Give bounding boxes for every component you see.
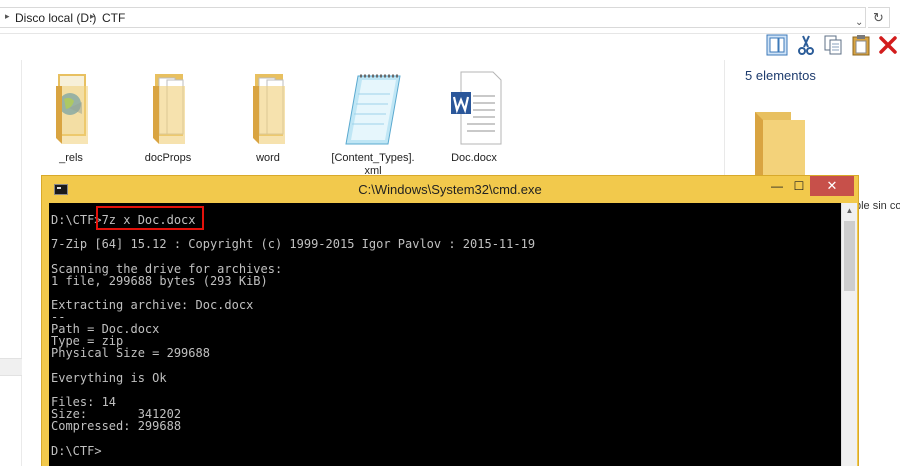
- details-info-text: ble sin co: [855, 200, 900, 212]
- file-list: _rels docProps word [Content_Types]. xml…: [22, 60, 722, 180]
- breadcrumb-separator-icon[interactable]: ▸: [90, 11, 95, 22]
- file-name: Doc.docx: [451, 152, 497, 164]
- paste-icon[interactable]: [850, 34, 872, 56]
- console-line: 1 file, 299688 bytes (293 KiB): [51, 274, 268, 288]
- file-item-content-types[interactable]: [Content_Types]. xml: [328, 66, 418, 178]
- console-output[interactable]: D:\CTF>7z x Doc.docx 7-Zip [64] 15.12 : …: [49, 203, 841, 466]
- folder-web-icon: [56, 74, 88, 144]
- explorer-toolbar: [0, 34, 900, 60]
- file-item-doc-docx[interactable]: Doc.docx: [429, 66, 519, 165]
- navigation-item[interactable]: [0, 358, 22, 376]
- cmd-titlebar[interactable]: C:\Windows\System32\cmd.exe — ☐ ✕: [42, 176, 858, 202]
- maximize-button[interactable]: ☐: [786, 176, 812, 196]
- cmd-window: C:\Windows\System32\cmd.exe — ☐ ✕ D:\CTF…: [41, 175, 859, 466]
- refresh-button[interactable]: ↻: [868, 7, 890, 28]
- console-line: Everything is Ok: [51, 371, 167, 385]
- folder-docs-icon: [253, 74, 285, 144]
- console-line: 7-Zip [64] 15.12 : Copyright (c) 1999-20…: [51, 237, 536, 251]
- navigation-pane: [0, 60, 22, 466]
- file-item-rels[interactable]: _rels: [26, 66, 116, 165]
- file-name: _rels: [59, 152, 83, 164]
- breadcrumb-item-ctf[interactable]: CTF: [102, 11, 125, 25]
- file-item-docprops[interactable]: docProps: [123, 66, 213, 165]
- folder-preview-icon: [755, 112, 805, 184]
- delete-icon[interactable]: [877, 34, 899, 56]
- file-name: word: [256, 152, 280, 164]
- breadcrumb-separator-icon[interactable]: ▸: [5, 11, 10, 22]
- preview-pane-icon[interactable]: [766, 34, 788, 56]
- address-bar: ▸ Disco local (D:) ▸ CTF ⌄ ↻: [0, 0, 900, 34]
- console-line: D:\CTF>: [51, 444, 102, 458]
- command-highlight-box: [96, 206, 204, 230]
- file-name: docProps: [144, 152, 192, 164]
- console-line: Physical Size = 299688: [51, 346, 210, 360]
- folder-docs-icon: [153, 74, 185, 144]
- notepad-xml-icon: [345, 74, 401, 145]
- scroll-thumb[interactable]: [844, 221, 855, 291]
- item-count: 5 elementos: [745, 68, 816, 83]
- file-item-word[interactable]: word: [223, 66, 313, 165]
- copy-icon[interactable]: [822, 34, 844, 56]
- console-line: Extracting archive: Doc.docx: [51, 298, 254, 312]
- console-line: Compressed: 299688: [51, 419, 182, 433]
- address-dropdown-icon[interactable]: ⌄: [855, 17, 863, 28]
- breadcrumb-item-disco-local[interactable]: Disco local (D:): [15, 11, 96, 25]
- console-scrollbar[interactable]: ▲: [841, 203, 857, 466]
- address-box[interactable]: ▸ Disco local (D:) ▸ CTF ⌄: [0, 7, 866, 28]
- word-document-icon: [451, 71, 502, 145]
- cut-icon[interactable]: [795, 34, 817, 56]
- scroll-up-icon[interactable]: ▲: [842, 203, 857, 219]
- cmd-window-title: C:\Windows\System32\cmd.exe: [358, 182, 542, 197]
- close-button[interactable]: ✕: [810, 176, 854, 196]
